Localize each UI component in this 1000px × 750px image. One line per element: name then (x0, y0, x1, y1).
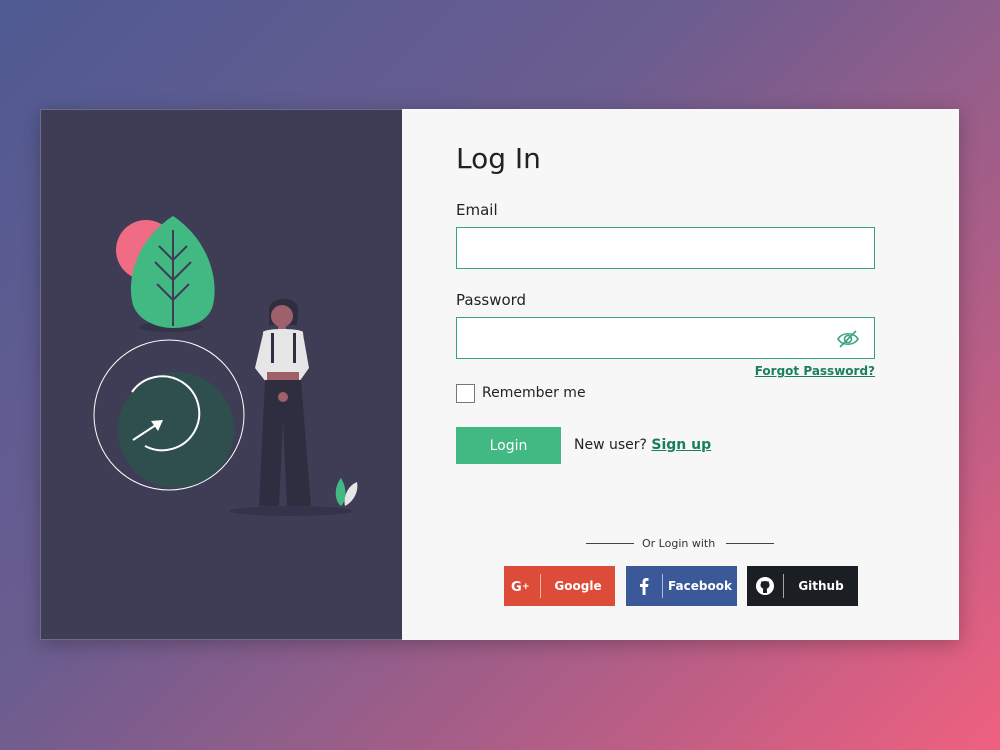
facebook-label: Facebook (668, 579, 732, 593)
divider-line-left (586, 543, 634, 544)
facebook-login-button[interactable]: Facebook (626, 566, 737, 606)
or-login-with-text: Or Login with (642, 537, 716, 550)
email-field[interactable] (456, 227, 875, 269)
forgot-password-link[interactable]: Forgot Password? (755, 364, 875, 378)
signup-link[interactable]: Sign up (651, 437, 711, 453)
password-label: Password (456, 291, 527, 309)
login-form-panel: Log In Email Password Forgot Password? R… (402, 109, 959, 640)
login-button[interactable]: Login (456, 427, 561, 464)
svg-text:G: G (511, 580, 522, 593)
login-illustration (93, 216, 358, 516)
google-login-button[interactable]: G + Google (504, 566, 615, 606)
eye-off-icon[interactable] (836, 329, 860, 349)
illustration-panel (40, 109, 402, 640)
woman-figure (255, 298, 311, 506)
new-user-prompt: New user? Sign up (574, 437, 711, 453)
github-label: Github (798, 579, 844, 593)
remember-me-label: Remember me (482, 385, 586, 401)
email-label: Email (456, 201, 498, 219)
small-leaf-icon (335, 478, 346, 506)
divider-line-right (726, 543, 774, 544)
github-icon (747, 576, 783, 596)
google-label: Google (554, 579, 602, 593)
new-user-text: New user? (574, 437, 647, 453)
google-plus-icon: G + (504, 579, 540, 593)
login-card: Log In Email Password Forgot Password? R… (40, 109, 959, 640)
svg-text:+: + (522, 582, 530, 592)
remember-me-checkbox[interactable] (456, 384, 475, 403)
page-title: Log In (456, 142, 541, 175)
facebook-icon (626, 577, 662, 595)
password-field[interactable] (456, 317, 875, 359)
github-login-button[interactable]: Github (747, 566, 858, 606)
